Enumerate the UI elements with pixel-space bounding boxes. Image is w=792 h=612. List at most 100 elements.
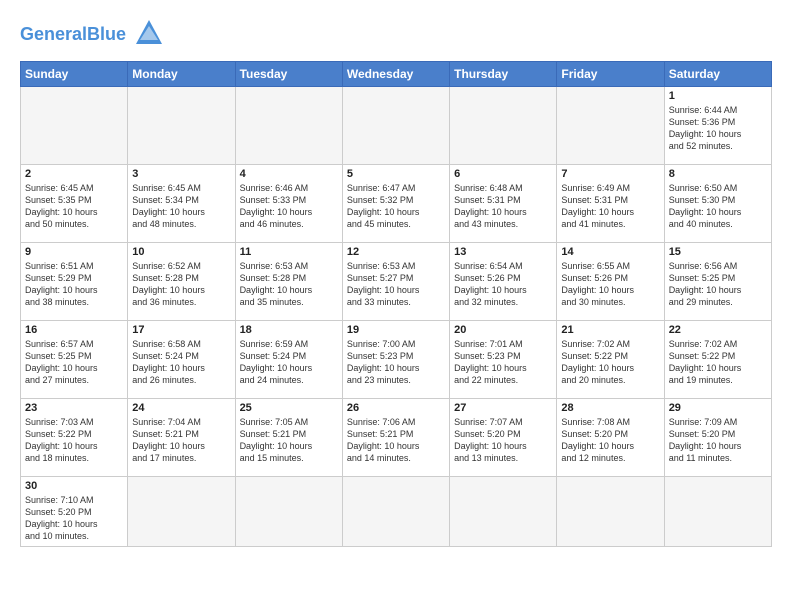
- day-number: 11: [240, 246, 338, 258]
- day-info: Sunrise: 6:59 AM Sunset: 5:24 PM Dayligh…: [240, 338, 338, 387]
- day-info: Sunrise: 6:50 AM Sunset: 5:30 PM Dayligh…: [669, 182, 767, 231]
- calendar-cell: [557, 87, 664, 165]
- day-number: 10: [132, 246, 230, 258]
- day-number: 22: [669, 324, 767, 336]
- day-info: Sunrise: 6:51 AM Sunset: 5:29 PM Dayligh…: [25, 260, 123, 309]
- logo-icon: [134, 18, 164, 48]
- day-number: 9: [25, 246, 123, 258]
- day-info: Sunrise: 6:55 AM Sunset: 5:26 PM Dayligh…: [561, 260, 659, 309]
- calendar-cell: 15 Sunrise: 6:56 AM Sunset: 5:25 PM Dayli…: [664, 243, 771, 321]
- day-info: Sunrise: 6:53 AM Sunset: 5:27 PM Dayligh…: [347, 260, 445, 309]
- day-info: Sunrise: 7:01 AM Sunset: 5:23 PM Dayligh…: [454, 338, 552, 387]
- day-number: 2: [25, 168, 123, 180]
- calendar-cell: 6Sunrise: 6:48 AM Sunset: 5:31 PM Daylig…: [450, 165, 557, 243]
- day-info: Sunrise: 7:05 AM Sunset: 5:21 PM Dayligh…: [240, 416, 338, 465]
- logo: GeneralBlue: [20, 16, 164, 53]
- day-number: 12: [347, 246, 445, 258]
- day-info: Sunrise: 7:03 AM Sunset: 5:22 PM Dayligh…: [25, 416, 123, 465]
- day-number: 5: [347, 168, 445, 180]
- day-number: 30: [25, 480, 123, 492]
- calendar-cell: 4Sunrise: 6:46 AM Sunset: 5:33 PM Daylig…: [235, 165, 342, 243]
- day-number: 21: [561, 324, 659, 336]
- calendar-cell: 25 Sunrise: 7:05 AM Sunset: 5:21 PM Dayli…: [235, 399, 342, 477]
- calendar-cell: [557, 477, 664, 547]
- day-number: 29: [669, 402, 767, 414]
- day-info: Sunrise: 6:57 AM Sunset: 5:25 PM Dayligh…: [25, 338, 123, 387]
- calendar-cell: 22Sunrise: 7:02 AM Sunset: 5:22 PM Dayli…: [664, 321, 771, 399]
- calendar-week-row: 30 Sunrise: 7:10 AM Sunset: 5:20 PM Dayli…: [21, 477, 772, 547]
- logo-text: GeneralBlue: [20, 25, 126, 45]
- calendar-cell: 20 Sunrise: 7:01 AM Sunset: 5:23 PM Dayli…: [450, 321, 557, 399]
- day-info: Sunrise: 7:02 AM Sunset: 5:22 PM Dayligh…: [561, 338, 659, 387]
- day-number: 25: [240, 402, 338, 414]
- day-number: 18: [240, 324, 338, 336]
- calendar-table: SundayMondayTuesdayWednesdayThursdayFrid…: [20, 61, 772, 547]
- calendar-cell: 29 Sunrise: 7:09 AM Sunset: 5:20 PM Dayli…: [664, 399, 771, 477]
- day-number: 28: [561, 402, 659, 414]
- calendar-cell: [128, 477, 235, 547]
- calendar-cell: 13Sunrise: 6:54 AM Sunset: 5:26 PM Dayli…: [450, 243, 557, 321]
- calendar-cell: 2 Sunrise: 6:45 AM Sunset: 5:35 PM Daylig…: [21, 165, 128, 243]
- calendar-week-row: 1Sunrise: 6:44 AM Sunset: 5:36 PM Daylig…: [21, 87, 772, 165]
- day-info: Sunrise: 6:53 AM Sunset: 5:28 PM Dayligh…: [240, 260, 338, 309]
- day-number: 16: [25, 324, 123, 336]
- day-number: 3: [132, 168, 230, 180]
- day-info: Sunrise: 6:54 AM Sunset: 5:26 PM Dayligh…: [454, 260, 552, 309]
- calendar-header-saturday: Saturday: [664, 62, 771, 87]
- day-info: Sunrise: 6:45 AM Sunset: 5:35 PM Dayligh…: [25, 182, 123, 231]
- calendar-cell: [342, 477, 449, 547]
- day-info: Sunrise: 6:52 AM Sunset: 5:28 PM Dayligh…: [132, 260, 230, 309]
- calendar-header-sunday: Sunday: [21, 62, 128, 87]
- day-info: Sunrise: 7:00 AM Sunset: 5:23 PM Dayligh…: [347, 338, 445, 387]
- day-info: Sunrise: 6:45 AM Sunset: 5:34 PM Dayligh…: [132, 182, 230, 231]
- day-info: Sunrise: 7:10 AM Sunset: 5:20 PM Dayligh…: [25, 494, 123, 543]
- day-info: Sunrise: 6:48 AM Sunset: 5:31 PM Dayligh…: [454, 182, 552, 231]
- day-number: 15: [669, 246, 767, 258]
- calendar-header-thursday: Thursday: [450, 62, 557, 87]
- calendar-cell: 28Sunrise: 7:08 AM Sunset: 5:20 PM Dayli…: [557, 399, 664, 477]
- day-number: 23: [25, 402, 123, 414]
- calendar-cell: [342, 87, 449, 165]
- day-info: Sunrise: 6:56 AM Sunset: 5:25 PM Dayligh…: [669, 260, 767, 309]
- calendar-cell: [21, 87, 128, 165]
- calendar-cell: 8 Sunrise: 6:50 AM Sunset: 5:30 PM Daylig…: [664, 165, 771, 243]
- day-number: 20: [454, 324, 552, 336]
- calendar-cell: [235, 87, 342, 165]
- day-info: Sunrise: 6:47 AM Sunset: 5:32 PM Dayligh…: [347, 182, 445, 231]
- day-info: Sunrise: 6:58 AM Sunset: 5:24 PM Dayligh…: [132, 338, 230, 387]
- calendar-cell: 11 Sunrise: 6:53 AM Sunset: 5:28 PM Dayli…: [235, 243, 342, 321]
- day-number: 1: [669, 90, 767, 102]
- logo-general: General: [20, 24, 87, 44]
- calendar-week-row: 2 Sunrise: 6:45 AM Sunset: 5:35 PM Daylig…: [21, 165, 772, 243]
- header: GeneralBlue: [20, 16, 772, 53]
- day-number: 14: [561, 246, 659, 258]
- day-number: 26: [347, 402, 445, 414]
- day-info: Sunrise: 7:09 AM Sunset: 5:20 PM Dayligh…: [669, 416, 767, 465]
- calendar-cell: [450, 87, 557, 165]
- calendar-week-row: 16 Sunrise: 6:57 AM Sunset: 5:25 PM Dayli…: [21, 321, 772, 399]
- day-number: 17: [132, 324, 230, 336]
- calendar-week-row: 9 Sunrise: 6:51 AM Sunset: 5:29 PM Daylig…: [21, 243, 772, 321]
- calendar-cell: 14 Sunrise: 6:55 AM Sunset: 5:26 PM Dayli…: [557, 243, 664, 321]
- calendar-header-tuesday: Tuesday: [235, 62, 342, 87]
- day-info: Sunrise: 7:06 AM Sunset: 5:21 PM Dayligh…: [347, 416, 445, 465]
- calendar-cell: 12 Sunrise: 6:53 AM Sunset: 5:27 PM Dayli…: [342, 243, 449, 321]
- calendar-cell: 16 Sunrise: 6:57 AM Sunset: 5:25 PM Dayli…: [21, 321, 128, 399]
- calendar-week-row: 23 Sunrise: 7:03 AM Sunset: 5:22 PM Dayli…: [21, 399, 772, 477]
- calendar-cell: [450, 477, 557, 547]
- day-number: 4: [240, 168, 338, 180]
- calendar-header-friday: Friday: [557, 62, 664, 87]
- calendar-cell: 10 Sunrise: 6:52 AM Sunset: 5:28 PM Dayli…: [128, 243, 235, 321]
- day-number: 19: [347, 324, 445, 336]
- calendar-header-row: SundayMondayTuesdayWednesdayThursdayFrid…: [21, 62, 772, 87]
- calendar-cell: [235, 477, 342, 547]
- day-number: 27: [454, 402, 552, 414]
- calendar-cell: 26 Sunrise: 7:06 AM Sunset: 5:21 PM Dayli…: [342, 399, 449, 477]
- calendar-header-monday: Monday: [128, 62, 235, 87]
- calendar-cell: 21 Sunrise: 7:02 AM Sunset: 5:22 PM Dayli…: [557, 321, 664, 399]
- day-number: 7: [561, 168, 659, 180]
- day-number: 8: [669, 168, 767, 180]
- calendar-cell: 30 Sunrise: 7:10 AM Sunset: 5:20 PM Dayli…: [21, 477, 128, 547]
- calendar-cell: 7Sunrise: 6:49 AM Sunset: 5:31 PM Daylig…: [557, 165, 664, 243]
- calendar-cell: 24Sunrise: 7:04 AM Sunset: 5:21 PM Dayli…: [128, 399, 235, 477]
